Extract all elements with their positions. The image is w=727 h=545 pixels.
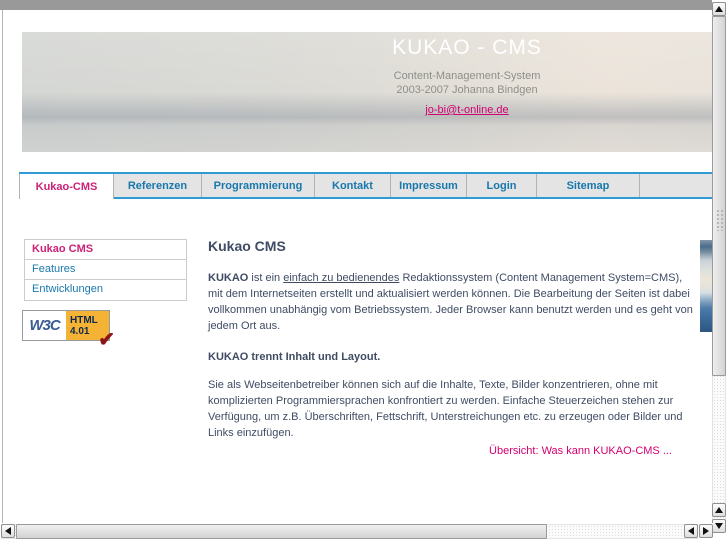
scroll-right-button[interactable] (699, 524, 713, 538)
nav-filler (640, 174, 712, 197)
viewport-left-border (2, 10, 3, 523)
scroll-left-icon (688, 527, 694, 535)
tab-referenzen[interactable]: Referenzen (114, 174, 202, 197)
overview-link[interactable]: Übersicht: Was kann KUKAO-CMS ... (489, 445, 672, 457)
site-subtitle-line2: 2003-2007 Johanna Bindgen (396, 84, 538, 96)
scroll-right-icon (703, 527, 709, 535)
intro-lead: KUKAO (208, 272, 249, 284)
scroll-left-button-right-end[interactable] (684, 524, 698, 538)
scroll-up-icon (715, 6, 723, 12)
main-content: Kukao CMS KUKAO ist ein einfach zu bedie… (208, 238, 694, 456)
site-title: KUKAO - CMS (392, 36, 542, 59)
w3c-badge-label: HTML 4.01 ✔ (66, 311, 115, 350)
w3c-badge-line1: HTML (70, 315, 98, 326)
clipped-side-image (700, 240, 712, 332)
scroll-down-button[interactable] (712, 519, 726, 533)
tab-login[interactable]: Login (467, 174, 537, 197)
checkmark-icon: ✔ (98, 329, 115, 351)
tab-programmierung[interactable]: Programmierung (202, 174, 315, 197)
site-subtitle-line1: Content-Management-System (393, 70, 541, 82)
vertical-scrollbar-thumb[interactable] (712, 16, 726, 376)
header-text-block: KUKAO - CMS Content-Management-System 20… (282, 36, 652, 118)
sidebar-item-entwicklungen[interactable]: Entwicklungen (25, 280, 186, 300)
scrollbar-grip (716, 209, 724, 231)
page-title: Kukao CMS (208, 238, 286, 254)
main-nav: Kukao-CMS Referenzen Programmierung Kont… (19, 172, 712, 199)
tab-impressum[interactable]: Impressum (391, 174, 467, 197)
top-bar (0, 0, 713, 10)
more-link-row: Übersicht: Was kann KUKAO-CMS ... (208, 441, 672, 459)
easy-to-use-link[interactable]: einfach zu bedienendes (283, 272, 399, 284)
browser-viewport: KUKAO - CMS Content-Management-System 20… (0, 0, 727, 545)
vertical-scrollbar[interactable] (712, 0, 727, 545)
site-subtitle: Content-Management-System 2003-2007 Joha… (282, 69, 652, 97)
intro-pre-link: ist ein (248, 272, 284, 284)
email-link[interactable]: jo-bi@t-online.de (425, 104, 508, 116)
scroll-left-button[interactable] (1, 524, 15, 538)
scroll-left-icon (5, 527, 11, 535)
tab-kukao-cms[interactable]: Kukao-CMS (19, 174, 114, 199)
header-banner-image: KUKAO - CMS Content-Management-System 20… (22, 32, 712, 152)
sidebar-item-kukao-cms[interactable]: Kukao CMS (25, 240, 186, 260)
scroll-down-icon (715, 523, 723, 529)
sidebar-menu: Kukao CMS Features Entwicklungen (24, 239, 187, 301)
scroll-up-icon (715, 507, 723, 513)
w3c-logo: W3C (23, 311, 66, 340)
w3c-html401-badge[interactable]: W3C HTML 4.01 ✔ (22, 310, 115, 350)
tab-kontakt[interactable]: Kontakt (315, 174, 391, 197)
intro-paragraph: KUKAO ist ein einfach zu bedienendes Red… (208, 270, 694, 334)
content-subheading: KUKAO trennt Inhalt und Layout. (208, 351, 381, 363)
scroll-up-button-bottom[interactable] (712, 503, 726, 517)
horizontal-scrollbar-thumb[interactable] (16, 524, 547, 539)
second-paragraph: Sie als Webseitenbetreiber können sich a… (208, 379, 683, 439)
tab-sitemap[interactable]: Sitemap (537, 174, 640, 197)
scroll-up-button[interactable] (712, 2, 726, 16)
horizontal-scrollbar[interactable] (0, 523, 713, 541)
sidebar-item-features[interactable]: Features (25, 260, 186, 280)
